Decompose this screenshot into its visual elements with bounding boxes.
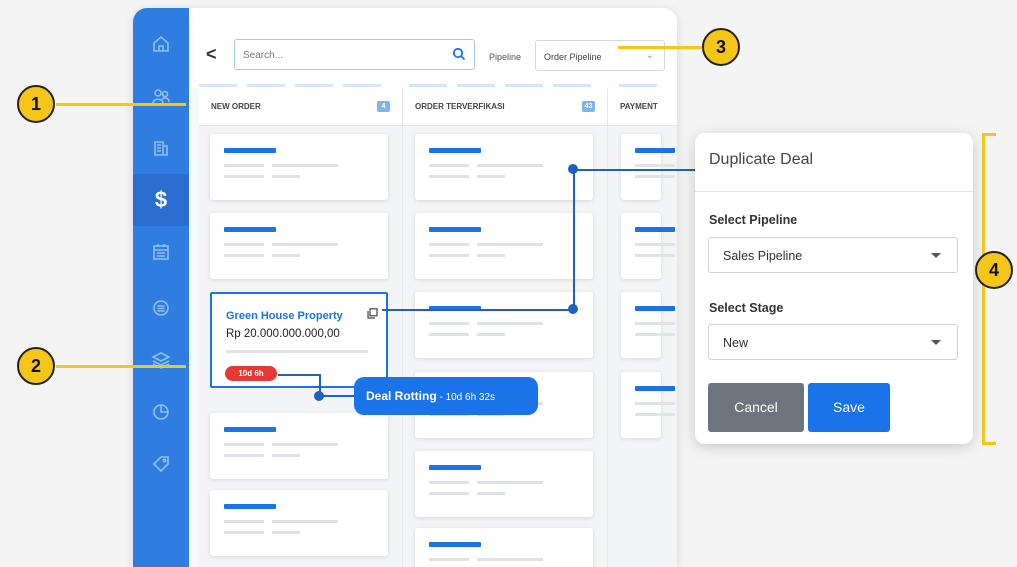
tag-icon: [152, 456, 169, 473]
pipeline-board: < Search... Pipeline Order Pipeline ⌄ NE…: [189, 8, 677, 567]
dialog-title: Duplicate Deal: [709, 151, 814, 168]
column-title: NEW ORDER: [211, 102, 261, 111]
connector-dot: [314, 391, 324, 401]
deal-card[interactable]: [621, 213, 675, 279]
rotting-time: 10d 6h 32s: [445, 392, 496, 403]
column-indicator: [619, 84, 657, 87]
column-count-badge: 43: [582, 101, 595, 112]
deal-card[interactable]: [210, 213, 388, 279]
deal-card[interactable]: [415, 292, 593, 358]
list-icon: [153, 300, 169, 316]
column-title: ORDER TERVERFIKASI: [415, 102, 505, 111]
column-title: PAYMENT: [620, 102, 658, 111]
calendar-icon: [153, 244, 169, 260]
column-header-new-order: NEW ORDER 4: [199, 88, 403, 126]
deal-card[interactable]: [415, 213, 593, 279]
deal-card[interactable]: [415, 451, 593, 517]
deal-card[interactable]: [621, 372, 675, 438]
column-header-payment: PAYMENT: [608, 88, 677, 126]
sidebar-item-tasks[interactable]: [133, 282, 189, 334]
stage-dropdown-value: New: [723, 336, 749, 350]
deal-placeholder-line: [226, 350, 368, 353]
column-header-order-terverfikasi: ORDER TERVERFIKASI 43: [403, 88, 608, 126]
select-pipeline-label: Select Pipeline: [709, 213, 798, 227]
duplicate-icon[interactable]: [367, 308, 378, 319]
column-indicator: [553, 84, 591, 87]
callout-line: [56, 103, 186, 106]
back-button[interactable]: <: [206, 44, 217, 65]
sidebar-item-tags[interactable]: [133, 438, 189, 490]
pipeline-select-value: Order Pipeline: [544, 52, 602, 62]
column-indicator: [343, 84, 381, 87]
save-button[interactable]: Save: [808, 383, 890, 432]
pie-chart-icon: [153, 404, 169, 420]
rotting-badge: 10d 6h: [225, 366, 277, 381]
sidebar-item-home[interactable]: [133, 18, 189, 70]
deal-card[interactable]: [415, 528, 593, 567]
duplicate-deal-dialog: Duplicate Deal Select Pipeline Sales Pip…: [695, 133, 973, 444]
topbar: < Search... Pipeline Order Pipeline ⌄: [189, 8, 677, 88]
search-input[interactable]: Search...: [234, 39, 475, 70]
connector-line: [573, 170, 575, 310]
deal-amount: Rp 20.000.000.000,00: [226, 328, 340, 340]
sidebar-item-deals[interactable]: $: [133, 174, 189, 226]
sidebar-item-products[interactable]: [133, 334, 189, 386]
deal-card[interactable]: [210, 413, 388, 479]
callout-badge-3: 3: [702, 28, 740, 66]
rotting-label: Deal Rotting: [366, 389, 437, 403]
building-icon: [154, 141, 168, 156]
deal-card[interactable]: [621, 292, 675, 358]
callout-bracket: [982, 133, 985, 445]
column-indicator: [409, 84, 447, 87]
chevron-down-icon: ⌄: [645, 50, 654, 61]
column-indicator: [199, 84, 237, 87]
connector-line: [278, 374, 320, 376]
callout-badge-1: 1: [17, 85, 55, 123]
search-placeholder: Search...: [243, 50, 284, 61]
callout-badge-4: 4: [975, 251, 1013, 289]
connector-dot: [568, 164, 578, 174]
pipeline-select[interactable]: Order Pipeline ⌄: [535, 40, 665, 71]
pipeline-dropdown-value: Sales Pipeline: [723, 249, 803, 263]
callout-bracket: [982, 442, 996, 445]
crm-app-window: $ < Search... Pipeline Order Pipeline ⌄ …: [133, 8, 677, 567]
sidebar-item-contacts[interactable]: [133, 70, 189, 122]
pipeline-dropdown[interactable]: Sales Pipeline: [708, 237, 958, 273]
connector-line: [382, 309, 574, 311]
callout-line: [56, 365, 186, 368]
stage-dropdown[interactable]: New: [708, 324, 958, 360]
sidebar-item-companies[interactable]: [133, 122, 189, 174]
pipeline-label: Pipeline: [489, 52, 522, 62]
connector-dot: [568, 304, 578, 314]
rotting-separator: -: [436, 392, 446, 403]
callout-line: [618, 46, 706, 49]
cancel-button[interactable]: Cancel: [708, 383, 804, 432]
callout-bracket: [982, 133, 996, 136]
column-indicator: [457, 84, 495, 87]
deal-name[interactable]: Green House Property: [226, 310, 343, 322]
column-indicator: [295, 84, 333, 87]
connector-line: [319, 395, 355, 397]
deal-card[interactable]: [415, 134, 593, 200]
sidebar-item-reports[interactable]: [133, 386, 189, 438]
select-stage-label: Select Stage: [709, 301, 784, 315]
connector-line: [573, 169, 697, 171]
divider: [695, 191, 973, 192]
deal-rotting-tooltip: Deal Rotting - 10d 6h 32s: [354, 377, 538, 415]
deal-card[interactable]: [210, 134, 388, 200]
deal-card[interactable]: [621, 134, 675, 200]
column-indicator: [505, 84, 543, 87]
home-icon: [153, 35, 169, 52]
dollar-icon: $: [154, 187, 168, 212]
callout-badge-2: 2: [17, 347, 55, 385]
caret-down-icon: [931, 253, 941, 258]
caret-down-icon: [931, 340, 941, 345]
sidebar-item-calendar[interactable]: [133, 226, 189, 278]
column-count-badge: 4: [377, 101, 390, 112]
sidebar: $: [133, 8, 189, 567]
search-icon: [452, 47, 466, 61]
deal-card[interactable]: [210, 490, 388, 556]
column-indicator: [247, 84, 285, 87]
